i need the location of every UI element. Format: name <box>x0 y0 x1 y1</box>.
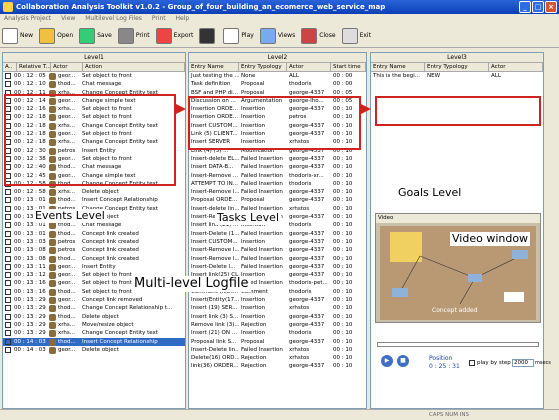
concept-node <box>512 250 528 259</box>
play-button[interactable]: ▶ <box>381 355 393 367</box>
concept-added-label: Concept added <box>432 307 478 314</box>
playback-controls: ▶ ■ Position 0 : 25 : 31 play by step 20… <box>373 328 551 374</box>
status-bar: CAPS NUM INS <box>0 409 559 419</box>
play-by-step-checkbox[interactable] <box>469 360 475 366</box>
note-box <box>390 232 422 262</box>
arrow-tasks-to-goals <box>361 104 371 114</box>
step-unit: msecs <box>535 360 551 366</box>
logfile-callout: Multi-level Logfile <box>132 276 251 292</box>
goals-level-callout: Goals Level <box>396 186 464 200</box>
position-label: Position <box>429 355 453 362</box>
position-slider[interactable] <box>377 342 539 347</box>
concept-node <box>504 292 524 302</box>
video-title: Video <box>376 214 540 223</box>
concept-node <box>392 288 408 297</box>
arrow-events-to-tasks <box>176 104 186 114</box>
video-window: Video Concept added <box>375 213 541 323</box>
stop-button[interactable]: ■ <box>397 355 409 367</box>
tasks-level-callout: Tasks Level <box>215 211 282 225</box>
events-level-callout: Events Level <box>33 209 107 223</box>
play-by-step-label: play by step <box>477 360 511 366</box>
position-value: 0 : 25 : 31 <box>429 363 460 370</box>
concept-node <box>468 274 482 282</box>
video-window-callout: Video window <box>450 232 531 246</box>
step-input[interactable]: 2000 <box>512 359 534 367</box>
